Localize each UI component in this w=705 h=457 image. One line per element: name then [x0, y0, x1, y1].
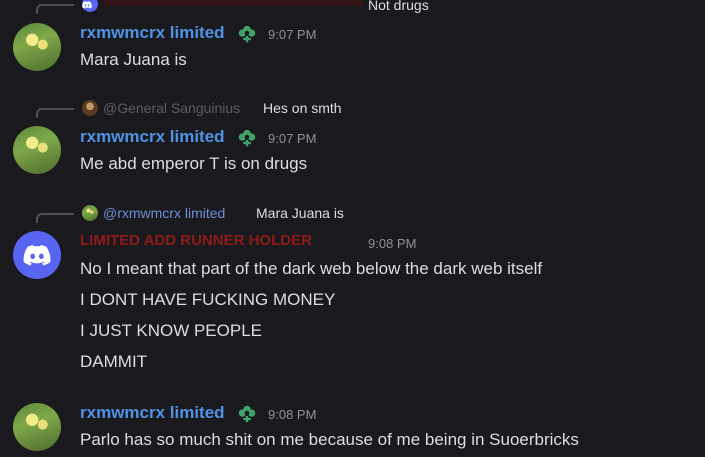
reply-snippet[interactable]: Mara Juana is	[256, 205, 344, 221]
message-text: Me abd emperor T is on drugs	[80, 154, 308, 173]
discord-logo-icon[interactable]	[13, 231, 61, 279]
message-text: I JUST KNOW PEOPLE	[80, 321, 263, 340]
reply-author-redacted	[104, 0, 362, 6]
timestamp: 9:07 PM	[268, 27, 317, 42]
username[interactable]: rxmwmcrx limited	[80, 127, 225, 147]
username[interactable]: LIMITED ADD RUNNER HOLDER	[80, 232, 312, 249]
reply-avatar[interactable]	[82, 100, 98, 116]
message-text: DAMMIT	[80, 352, 148, 371]
avatar[interactable]	[13, 403, 61, 451]
reply-snippet[interactable]: Not drugs	[368, 0, 429, 13]
flower-badge-icon[interactable]	[236, 403, 258, 425]
reply-connector	[36, 108, 74, 118]
reply-author[interactable]: @rxmwmcrx limited	[103, 205, 225, 221]
avatar[interactable]	[13, 126, 61, 174]
message-text: Mara Juana is	[80, 50, 187, 69]
chat-log: Not drugs rxmwmcrx limited 9:07 PM Mara …	[0, 0, 705, 457]
reply-avatar[interactable]	[82, 205, 98, 221]
reply-avatar-discord-icon[interactable]	[82, 0, 98, 12]
avatar[interactable]	[13, 23, 61, 71]
timestamp: 9:08 PM	[268, 407, 317, 422]
flower-badge-icon[interactable]	[236, 127, 258, 149]
reply-connector	[36, 213, 74, 223]
message-text: No I meant that part of the dark web bel…	[80, 259, 543, 278]
message-text: I DONT HAVE FUCKING MONEY	[80, 290, 336, 309]
username[interactable]: rxmwmcrx limited	[80, 23, 225, 43]
reply-snippet[interactable]: Hes on smth	[263, 100, 342, 116]
reply-author[interactable]: @General Sanguinius	[103, 100, 240, 116]
message-text: Parlo has so much shit on me because of …	[80, 430, 579, 449]
timestamp: 9:08 PM	[368, 236, 417, 251]
reply-connector	[36, 4, 74, 14]
username[interactable]: rxmwmcrx limited	[80, 403, 225, 423]
timestamp: 9:07 PM	[268, 131, 317, 146]
flower-badge-icon[interactable]	[236, 23, 258, 45]
